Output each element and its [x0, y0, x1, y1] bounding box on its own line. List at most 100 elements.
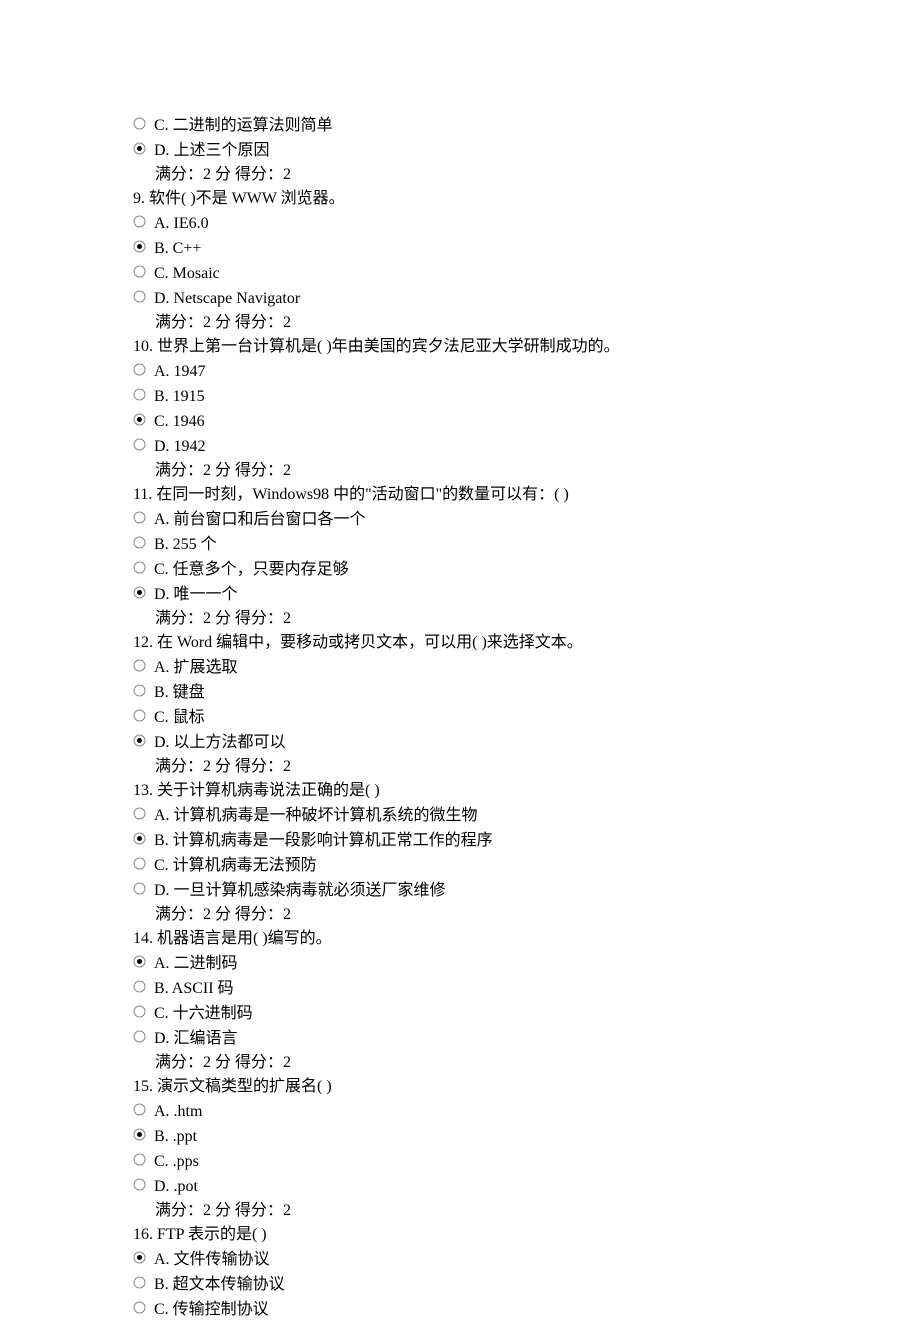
option-label: D. 1942	[154, 434, 206, 459]
radio-icon[interactable]	[133, 1178, 146, 1191]
radio-icon[interactable]	[133, 857, 146, 870]
option-row[interactable]: C. 传输控制协议	[133, 1297, 920, 1322]
radio-icon[interactable]	[133, 1103, 146, 1116]
option-row[interactable]: D. 1942	[133, 434, 920, 459]
radio-icon[interactable]	[133, 684, 146, 697]
radio-selected-icon[interactable]	[133, 142, 146, 155]
option-row[interactable]: D. 唯一一个	[133, 582, 920, 607]
option-row[interactable]: D. 一旦计算机感染病毒就必须送厂家维修	[133, 878, 920, 903]
option-label: B. 255 个	[154, 532, 217, 557]
option-label: C. 传输控制协议	[154, 1297, 269, 1322]
option-row[interactable]: B. 计算机病毒是一段影响计算机正常工作的程序	[133, 828, 920, 853]
option-label: B. .ppt	[154, 1124, 197, 1149]
option-label: C. 二进制的运算法则简单	[154, 113, 333, 138]
option-label: A. IE6.0	[154, 211, 209, 236]
option-label: B. 计算机病毒是一段影响计算机正常工作的程序	[154, 828, 493, 853]
option-label: D. .pot	[154, 1174, 198, 1199]
radio-icon[interactable]	[133, 290, 146, 303]
option-row[interactable]: C. 二进制的运算法则简单	[133, 113, 920, 138]
radio-icon[interactable]	[133, 561, 146, 574]
option-row[interactable]: A. IE6.0	[133, 211, 920, 236]
option-label: D. 以上方法都可以	[154, 730, 286, 755]
option-row[interactable]: D. 汇编语言	[133, 1026, 920, 1051]
option-row[interactable]: B. 255 个	[133, 532, 920, 557]
score-line: 满分：2 分 得分：2	[155, 1199, 920, 1223]
score-line: 满分：2 分 得分：2	[155, 163, 920, 187]
option-row[interactable]: A. 二进制码	[133, 951, 920, 976]
option-row[interactable]: A. 1947	[133, 359, 920, 384]
radio-icon[interactable]	[133, 1005, 146, 1018]
option-row[interactable]: A. 前台窗口和后台窗口各一个	[133, 507, 920, 532]
radio-selected-icon[interactable]	[133, 586, 146, 599]
option-label: D. 一旦计算机感染病毒就必须送厂家维修	[154, 878, 446, 903]
option-row[interactable]: D. 以上方法都可以	[133, 730, 920, 755]
radio-selected-icon[interactable]	[133, 413, 146, 426]
radio-icon[interactable]	[133, 117, 146, 130]
radio-selected-icon[interactable]	[133, 832, 146, 845]
question-stem: 12. 在 Word 编辑中，要移动或拷贝文本，可以用( )来选择文本。	[133, 631, 920, 655]
radio-icon[interactable]	[133, 1030, 146, 1043]
option-row[interactable]: A. .htm	[133, 1099, 920, 1124]
option-label: B. 1915	[154, 384, 205, 409]
radio-icon[interactable]	[133, 1276, 146, 1289]
radio-icon[interactable]	[133, 536, 146, 549]
radio-selected-icon[interactable]	[133, 1251, 146, 1264]
option-label: C. 鼠标	[154, 705, 205, 730]
radio-icon[interactable]	[133, 1301, 146, 1314]
radio-selected-icon[interactable]	[133, 240, 146, 253]
radio-icon[interactable]	[133, 807, 146, 820]
score-line: 满分：2 分 得分：2	[155, 903, 920, 927]
option-row[interactable]: B. .ppt	[133, 1124, 920, 1149]
option-label: D. 上述三个原因	[154, 138, 270, 163]
radio-icon[interactable]	[133, 388, 146, 401]
option-row[interactable]: B. 键盘	[133, 680, 920, 705]
radio-icon[interactable]	[133, 980, 146, 993]
option-row[interactable]: B. C++	[133, 236, 920, 261]
option-row[interactable]: B. 1915	[133, 384, 920, 409]
option-row[interactable]: D. .pot	[133, 1174, 920, 1199]
radio-icon[interactable]	[133, 709, 146, 722]
score-line: 满分：2 分 得分：2	[155, 1051, 920, 1075]
option-label: C. 计算机病毒无法预防	[154, 853, 317, 878]
radio-icon[interactable]	[133, 511, 146, 524]
option-label: B. C++	[154, 236, 201, 261]
option-row[interactable]: B. ASCII 码	[133, 976, 920, 1001]
option-row[interactable]: C. 计算机病毒无法预防	[133, 853, 920, 878]
option-label: C. .pps	[154, 1149, 199, 1174]
option-label: D. Netscape Navigator	[154, 286, 300, 311]
option-row[interactable]: C. Mosaic	[133, 261, 920, 286]
option-label: B. 键盘	[154, 680, 205, 705]
option-row[interactable]: C. .pps	[133, 1149, 920, 1174]
option-row[interactable]: C. 十六进制码	[133, 1001, 920, 1026]
radio-icon[interactable]	[133, 438, 146, 451]
option-label: B. 超文本传输协议	[154, 1272, 285, 1297]
option-row[interactable]: C. 鼠标	[133, 705, 920, 730]
option-row[interactable]: D. Netscape Navigator	[133, 286, 920, 311]
option-label: C. 十六进制码	[154, 1001, 253, 1026]
option-row[interactable]: D. 上述三个原因	[133, 138, 920, 163]
option-label: A. 计算机病毒是一种破坏计算机系统的微生物	[154, 803, 478, 828]
option-row[interactable]: C. 1946	[133, 409, 920, 434]
option-label: C. Mosaic	[154, 261, 220, 286]
radio-selected-icon[interactable]	[133, 955, 146, 968]
question-stem: 13. 关于计算机病毒说法正确的是( )	[133, 779, 920, 803]
radio-selected-icon[interactable]	[133, 734, 146, 747]
radio-icon[interactable]	[133, 215, 146, 228]
radio-selected-icon[interactable]	[133, 1128, 146, 1141]
score-line: 满分：2 分 得分：2	[155, 311, 920, 335]
question-stem: 16. FTP 表示的是( )	[133, 1223, 920, 1247]
option-row[interactable]: A. 计算机病毒是一种破坏计算机系统的微生物	[133, 803, 920, 828]
option-row[interactable]: A. 扩展选取	[133, 655, 920, 680]
radio-icon[interactable]	[133, 1153, 146, 1166]
option-label: A. 前台窗口和后台窗口各一个	[154, 507, 366, 532]
radio-icon[interactable]	[133, 659, 146, 672]
question-stem: 15. 演示文稿类型的扩展名( )	[133, 1075, 920, 1099]
option-row[interactable]: B. 超文本传输协议	[133, 1272, 920, 1297]
radio-icon[interactable]	[133, 882, 146, 895]
option-label: A. .htm	[154, 1099, 202, 1124]
radio-icon[interactable]	[133, 265, 146, 278]
question-stem: 10. 世界上第一台计算机是( )年由美国的宾夕法尼亚大学研制成功的。	[133, 335, 920, 359]
option-row[interactable]: A. 文件传输协议	[133, 1247, 920, 1272]
radio-icon[interactable]	[133, 363, 146, 376]
option-row[interactable]: C. 任意多个，只要内存足够	[133, 557, 920, 582]
